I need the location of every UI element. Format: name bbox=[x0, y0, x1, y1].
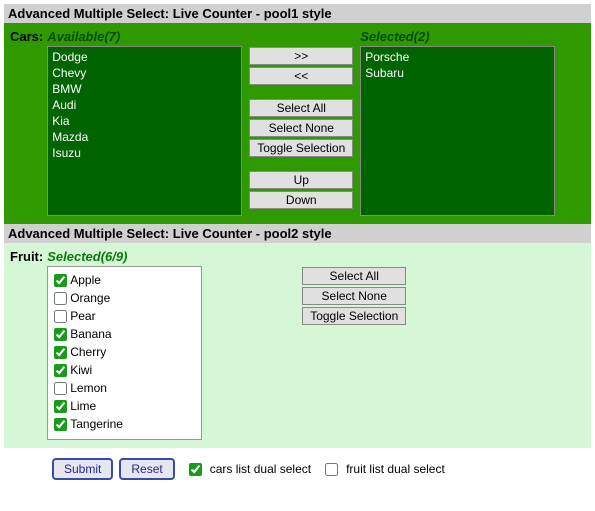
list-item[interactable]: Banana bbox=[54, 325, 195, 343]
fruit-item-label: Kiwi bbox=[70, 363, 92, 377]
submit-button[interactable]: Submit bbox=[52, 458, 113, 480]
fruit-checklist[interactable]: Apple Orange Pear Banana Cherry Kiwi Lemon Lime… bbox=[47, 266, 202, 440]
list-item[interactable]: Kia bbox=[52, 113, 237, 129]
list-item[interactable]: Tangerine bbox=[54, 415, 195, 433]
fruit-item-checkbox[interactable] bbox=[54, 400, 67, 413]
list-item[interactable]: Apple bbox=[54, 271, 195, 289]
available-column: Available(7) DodgeChevyBMWAudiKiaMazdaIs… bbox=[47, 29, 242, 216]
pool1-container: Cars: Available(7) DodgeChevyBMWAudiKiaM… bbox=[4, 23, 591, 224]
list-item[interactable]: Subaru bbox=[365, 65, 550, 81]
list-item[interactable]: Orange bbox=[54, 289, 195, 307]
fruit-header: Selected(6/9) bbox=[47, 249, 202, 266]
fruit-item-checkbox[interactable] bbox=[54, 310, 67, 323]
pool2-title: Advanced Multiple Select: Live Counter -… bbox=[4, 224, 591, 243]
list-item[interactable]: BMW bbox=[52, 81, 237, 97]
move-up-button[interactable]: Up bbox=[249, 171, 353, 189]
list-item[interactable]: Porsche bbox=[365, 49, 550, 65]
fruit-column: Selected(6/9) Apple Orange Pear Banana Cherr… bbox=[47, 249, 202, 440]
cars-dual-select-label: cars list dual select bbox=[210, 462, 311, 476]
move-right-button[interactable]: >> bbox=[249, 47, 353, 65]
fruit-item-label: Lemon bbox=[70, 381, 107, 395]
fruit-item-label: Tangerine bbox=[70, 417, 123, 431]
list-item[interactable]: Dodge bbox=[52, 49, 237, 65]
fruit-select-none-button[interactable]: Select None bbox=[302, 287, 406, 305]
list-item[interactable]: Audi bbox=[52, 97, 237, 113]
toggle-selection-button[interactable]: Toggle Selection bbox=[249, 139, 353, 157]
fruit-label: Fruit: bbox=[10, 249, 43, 264]
list-item[interactable]: Lime bbox=[54, 397, 195, 415]
fruit-select-all-button[interactable]: Select All bbox=[302, 267, 406, 285]
fruit-item-checkbox[interactable] bbox=[54, 346, 67, 359]
select-all-button[interactable]: Select All bbox=[249, 99, 353, 117]
list-item[interactable]: Chevy bbox=[52, 65, 237, 81]
list-item[interactable]: Mazda bbox=[52, 129, 237, 145]
selected-listbox[interactable]: PorscheSubaru bbox=[360, 46, 555, 216]
selected-header: Selected(2) bbox=[360, 29, 555, 46]
pool1-title: Advanced Multiple Select: Live Counter -… bbox=[4, 4, 591, 23]
fruit-toggle-selection-button[interactable]: Toggle Selection bbox=[302, 307, 406, 325]
fruit-item-checkbox[interactable] bbox=[54, 274, 67, 287]
cars-label: Cars: bbox=[10, 29, 43, 44]
fruit-dual-select-label: fruit list dual select bbox=[346, 462, 445, 476]
selected-column: Selected(2) PorscheSubaru bbox=[360, 29, 555, 216]
fruit-item-label: Lime bbox=[70, 399, 96, 413]
fruit-item-label: Cherry bbox=[70, 345, 106, 359]
list-item[interactable]: Isuzu bbox=[52, 145, 237, 161]
pool2-container: Fruit: Selected(6/9) Apple Orange Pear Bana… bbox=[4, 243, 591, 448]
list-item[interactable]: Kiwi bbox=[54, 361, 195, 379]
fruit-item-label: Banana bbox=[70, 327, 111, 341]
fruit-item-label: Pear bbox=[70, 309, 95, 323]
pool2-buttons: Select All Select None Toggle Selection bbox=[302, 267, 406, 327]
fruit-item-checkbox[interactable] bbox=[54, 292, 67, 305]
transfer-buttons: >> << Select All Select None Toggle Sele… bbox=[242, 47, 360, 211]
move-left-button[interactable]: << bbox=[249, 67, 353, 85]
fruit-item-checkbox[interactable] bbox=[54, 328, 67, 341]
list-item[interactable]: Pear bbox=[54, 307, 195, 325]
footer: Submit Reset cars list dual select fruit… bbox=[4, 448, 591, 486]
select-none-button[interactable]: Select None bbox=[249, 119, 353, 137]
fruit-item-label: Apple bbox=[70, 273, 101, 287]
reset-button[interactable]: Reset bbox=[119, 458, 174, 480]
fruit-item-label: Orange bbox=[70, 291, 110, 305]
available-header: Available(7) bbox=[47, 29, 242, 46]
fruit-dual-select-checkbox[interactable] bbox=[325, 463, 338, 476]
cars-dual-select-checkbox[interactable] bbox=[189, 463, 202, 476]
fruit-item-checkbox[interactable] bbox=[54, 382, 67, 395]
list-item[interactable]: Lemon bbox=[54, 379, 195, 397]
list-item[interactable]: Cherry bbox=[54, 343, 195, 361]
fruit-item-checkbox[interactable] bbox=[54, 418, 67, 431]
move-down-button[interactable]: Down bbox=[249, 191, 353, 209]
available-listbox[interactable]: DodgeChevyBMWAudiKiaMazdaIsuzu bbox=[47, 46, 242, 216]
fruit-item-checkbox[interactable] bbox=[54, 364, 67, 377]
